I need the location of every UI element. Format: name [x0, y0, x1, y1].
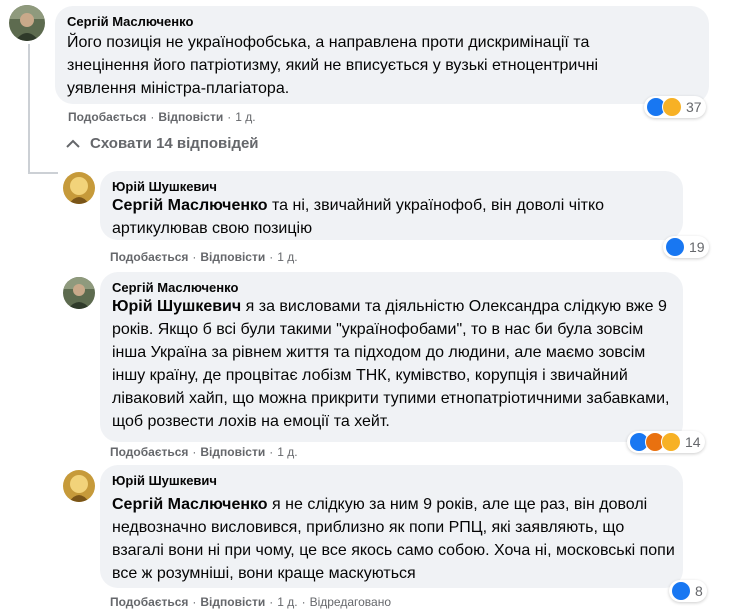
comment-author[interactable]: Сергій Маслюченко: [67, 14, 193, 29]
reply-text: Сергій Маслюченко та ні, звичайний украї…: [112, 197, 605, 237]
avatar-photo: [63, 172, 95, 204]
thread-line: [28, 44, 30, 119]
reaction-summary[interactable]: 8: [669, 580, 707, 602]
reply-button[interactable]: Відповісти: [200, 445, 265, 459]
comment-actions: Подобається · Відповісти · 1 д.: [68, 110, 256, 124]
haha-icon: [661, 432, 681, 452]
hide-replies-toggle[interactable]: Сховати 14 відповідей: [66, 135, 259, 152]
avatar-photo: [63, 470, 95, 502]
like-button[interactable]: Подобається: [110, 250, 188, 264]
timestamp[interactable]: 1 д.: [277, 595, 297, 609]
comment-text: Його позиція не українофобська, а направ…: [67, 34, 599, 97]
avatar[interactable]: [63, 172, 95, 204]
chevron-up-icon: [66, 139, 80, 148]
haha-icon: [662, 97, 682, 117]
reply-author[interactable]: Юрій Шушкевич: [112, 179, 217, 194]
reaction-count: 37: [686, 99, 702, 115]
like-icon: [665, 237, 685, 257]
like-button[interactable]: Подобається: [68, 110, 146, 124]
avatar[interactable]: [63, 470, 95, 502]
reply-actions: Подобається · Відповісти · 1 д. · Відредагован…: [110, 595, 392, 609]
mention-link[interactable]: Сергій Маслюченко: [112, 496, 268, 513]
avatar[interactable]: [63, 277, 95, 309]
reply-button[interactable]: Відповісти: [158, 110, 223, 124]
timestamp[interactable]: 1 д.: [235, 110, 255, 124]
hide-replies-label: Сховати 14 відповідей: [90, 135, 259, 152]
comment-bubble: Сергій Маслюченко Його позиція не україн…: [55, 6, 709, 104]
mention-link[interactable]: Сергій Маслюченко: [112, 197, 268, 214]
reaction-summary[interactable]: 19: [663, 236, 709, 258]
mention-link[interactable]: Юрій Шушкевич: [112, 298, 241, 315]
reply-text: Юрій Шушкевич я за висловами та діяльніс…: [112, 298, 670, 430]
reply-author[interactable]: Юрій Шушкевич: [112, 473, 217, 488]
reaction-count: 14: [685, 434, 701, 450]
edited-label: Відредаговано: [309, 595, 392, 609]
like-icon: [671, 581, 691, 601]
reaction-summary[interactable]: 14: [627, 431, 705, 453]
thread-branch: [28, 172, 58, 174]
reply-button[interactable]: Відповісти: [200, 250, 265, 264]
timestamp[interactable]: 1 д.: [277, 250, 297, 264]
timestamp[interactable]: 1 д.: [277, 445, 297, 459]
avatar-photo: [63, 277, 95, 309]
reply-bubble: Юрій Шушкевич Сергій Маслюченко та ні, з…: [100, 171, 683, 240]
reaction-summary[interactable]: 37: [644, 96, 706, 118]
reply-text: Сергій Маслюченко я не слідкую за ним 9 …: [112, 496, 675, 582]
thread-line: [28, 118, 30, 174]
like-button[interactable]: Подобається: [110, 595, 188, 609]
avatar-photo: [9, 5, 45, 41]
reply-actions: Подобається · Відповісти · 1 д.: [110, 250, 298, 264]
avatar[interactable]: [9, 5, 45, 41]
reaction-count: 19: [689, 239, 705, 255]
reaction-count: 8: [695, 583, 703, 599]
reply-author[interactable]: Сергій Маслюченко: [112, 280, 238, 295]
reply-button[interactable]: Відповісти: [200, 595, 265, 609]
like-button[interactable]: Подобається: [110, 445, 188, 459]
reply-bubble: Юрій Шушкевич Сергій Маслюченко я не слі…: [100, 465, 683, 588]
reply-actions: Подобається · Відповісти · 1 д.: [110, 445, 298, 459]
reply-bubble: Сергій Маслюченко Юрій Шушкевич я за вис…: [100, 272, 683, 442]
